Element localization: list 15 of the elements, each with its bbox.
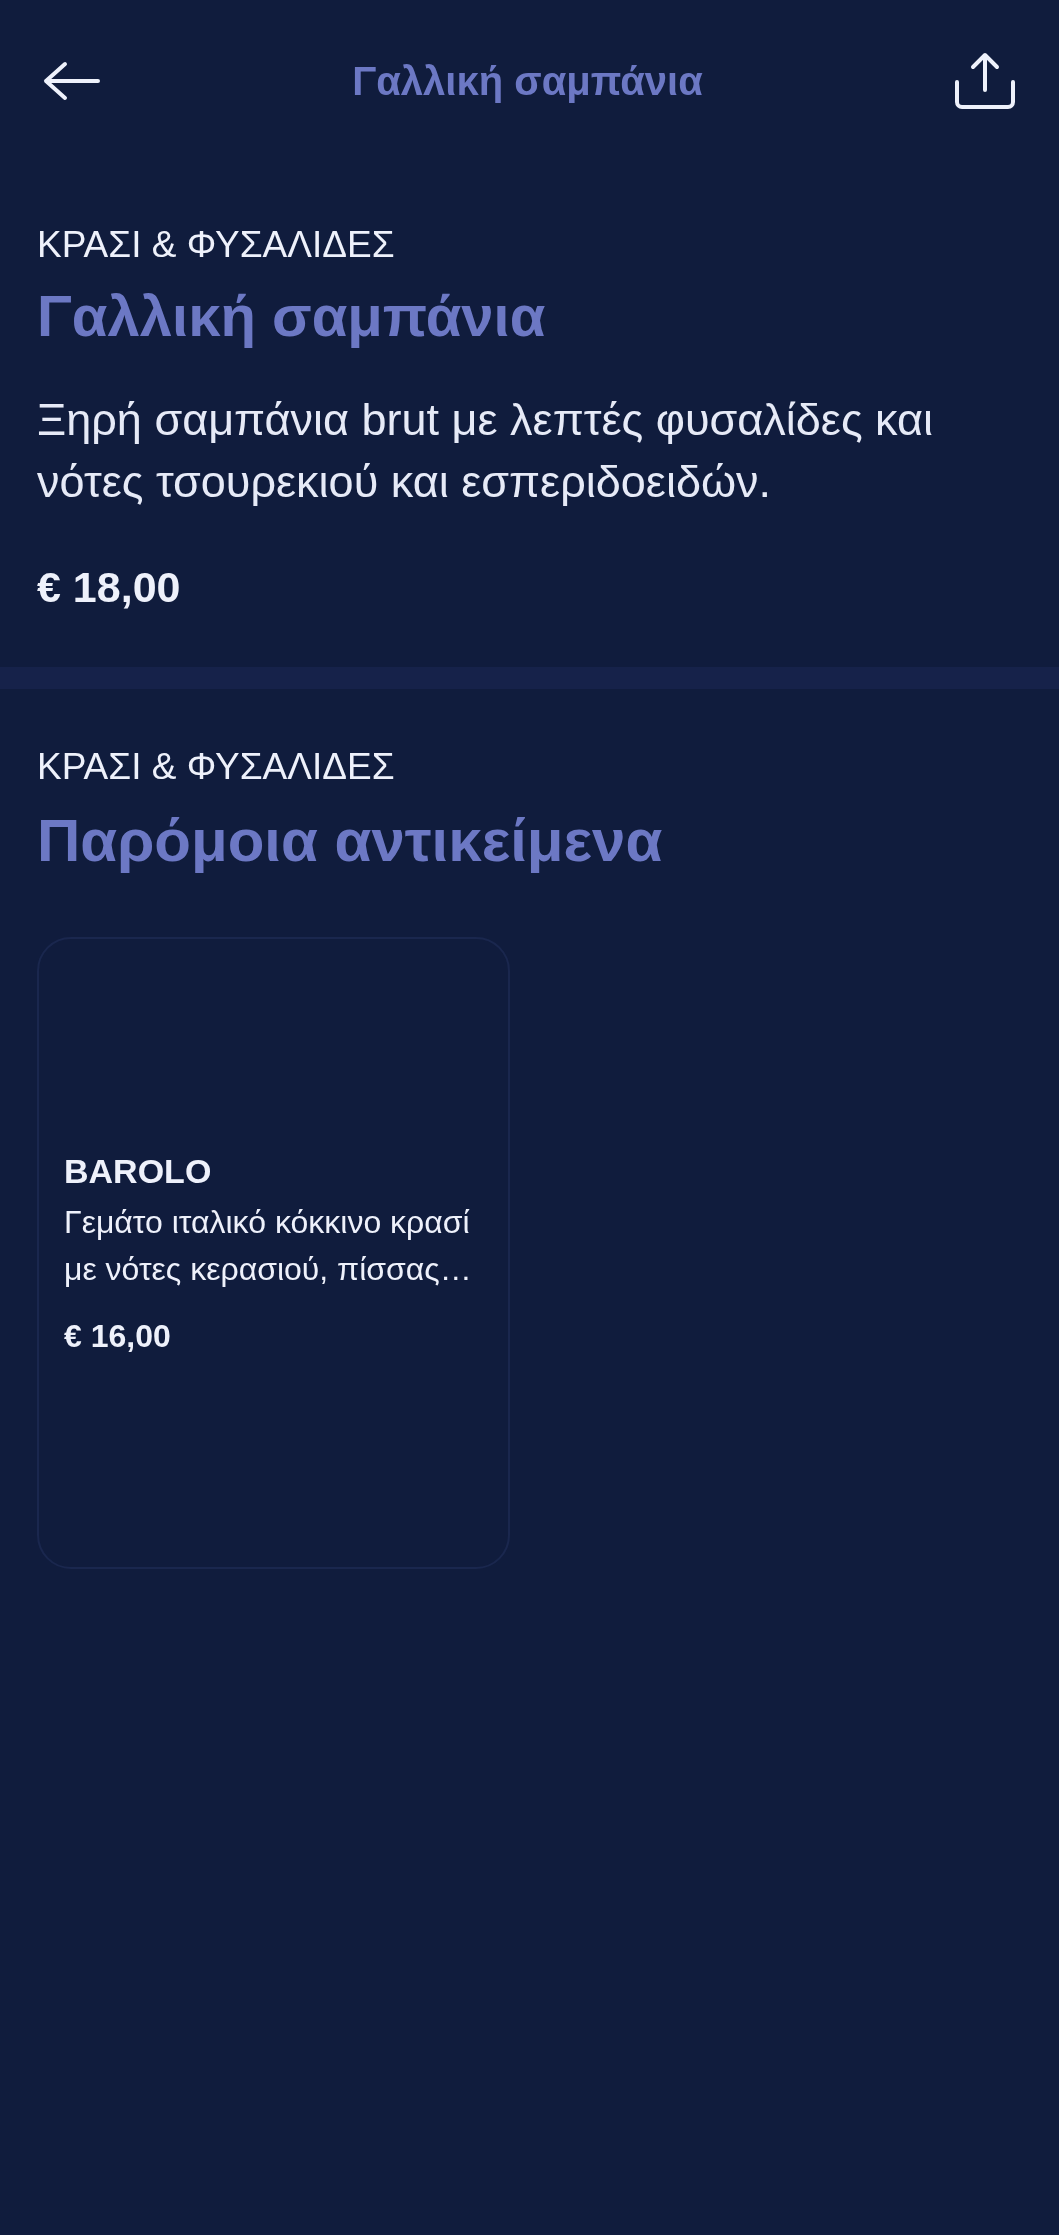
card-description: Γεμάτο ιταλικό κόκκινο κρασί με νότες κερασιού, πίσσας… — [64, 1203, 473, 1289]
category-label: ΚΡΑΣΙ & ΦΥΣΑΛΙΔΕΣ — [37, 747, 396, 787]
product-price: € 18,00 — [37, 564, 182, 610]
page-title: Γαλλική σαμπάνια — [352, 58, 703, 105]
product-description: Ξηρή σαμπάνια brut με λεπτές φυσαλίδες και νότες τσουρεκιού και εσπεριδοειδών. — [37, 393, 935, 509]
category-label: ΚΡΑΣΙ & ΦΥΣΑΛΙΔΕΣ — [37, 225, 396, 265]
product-name: Γαλλική σαμπάνια — [37, 284, 547, 348]
share-button[interactable] — [954, 52, 1016, 110]
section-title: Παρόμοια αντικείμενα — [37, 809, 664, 873]
back-button[interactable] — [43, 61, 101, 101]
card-price: € 16,00 — [64, 1318, 172, 1354]
product-card[interactable]: BAROLO Γεμάτο ιταλικό κόκκινο κρασί με νότες κερασιού, πίσσας… € 16,00 — [37, 937, 510, 1569]
share-icon — [954, 52, 1016, 110]
card-name: BAROLO — [64, 1151, 213, 1191]
arrow-left-icon — [43, 61, 101, 101]
